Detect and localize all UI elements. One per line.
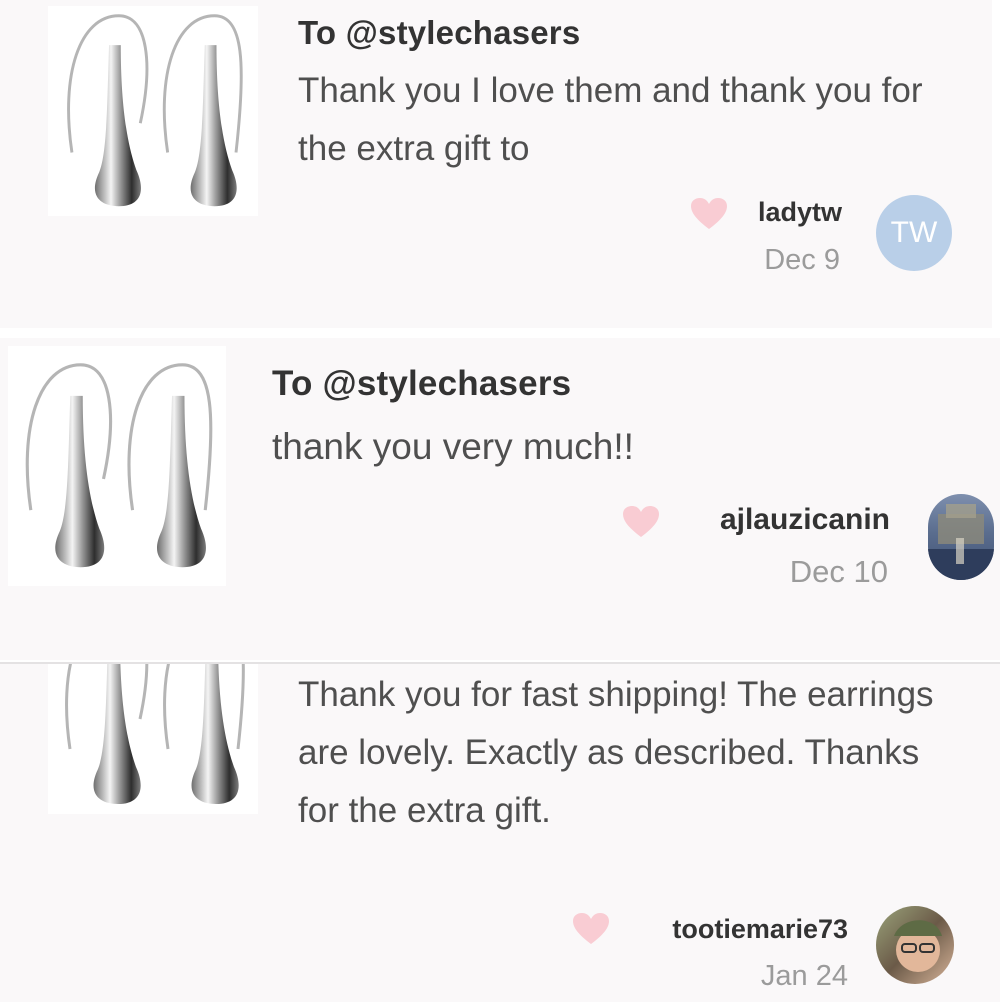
- review-message: Thank you I love them and thank you for …: [298, 71, 923, 168]
- review-card[interactable]: To @stylechasers Thank you I love them a…: [0, 0, 1000, 328]
- review-date: Dec 9: [764, 244, 840, 276]
- reviewer-username[interactable]: ajlauzicanin: [720, 503, 890, 537]
- teardrop-earrings-image[interactable]: [8, 346, 226, 586]
- teardrop-earrings-image[interactable]: [48, 664, 258, 814]
- review-message: Thank you for fast shipping! The earring…: [298, 675, 934, 830]
- avatar[interactable]: TW: [876, 195, 952, 271]
- recipient-line: To @stylechasers: [298, 14, 581, 51]
- recipient-line: To @stylechasers: [272, 364, 572, 403]
- teardrop-earrings-image[interactable]: [48, 6, 258, 216]
- heart-icon[interactable]: [690, 197, 728, 231]
- heart-icon[interactable]: [622, 505, 660, 539]
- reviewer-username[interactable]: tootiemarie73: [672, 914, 848, 945]
- review-date: Dec 10: [789, 554, 888, 589]
- reviewer-username[interactable]: ladytw: [758, 197, 842, 228]
- review-date: Jan 24: [760, 960, 848, 992]
- heart-icon[interactable]: [572, 912, 610, 946]
- avatar[interactable]: [928, 494, 994, 580]
- avatar[interactable]: [876, 906, 954, 984]
- review-card[interactable]: To @stylechasers thank you very much!! a…: [0, 338, 1000, 660]
- review-message: thank you very much!!: [272, 426, 634, 467]
- review-card[interactable]: Thank you for fast shipping! The earring…: [0, 662, 1000, 1002]
